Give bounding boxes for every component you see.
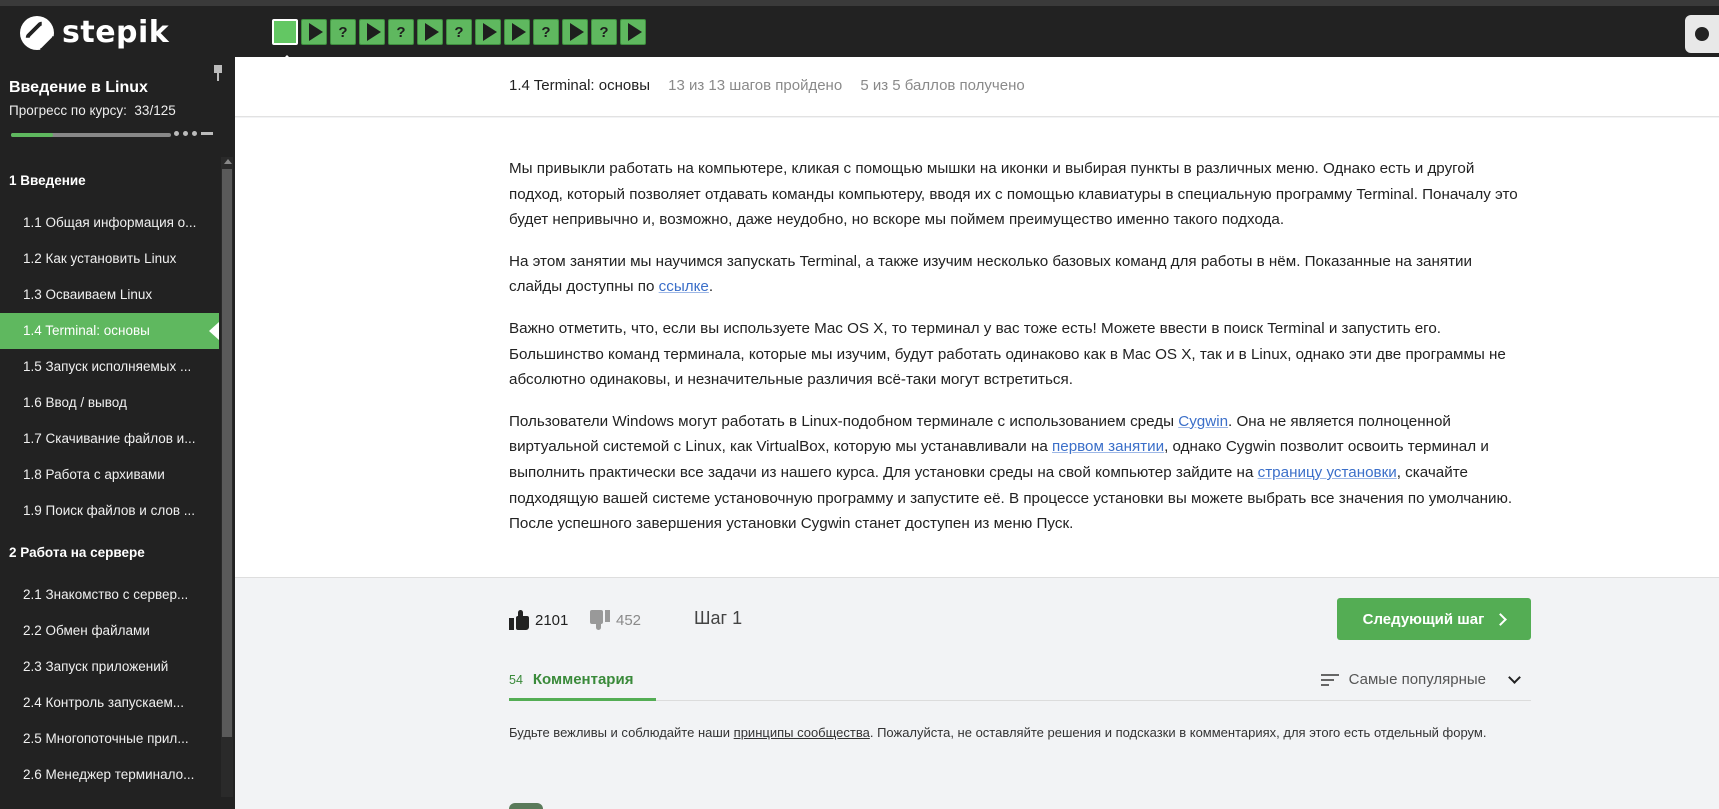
pin-icon[interactable] xyxy=(212,65,224,81)
community-guidelines-link[interactable]: принципы сообщества xyxy=(734,725,870,740)
play-icon xyxy=(482,23,497,41)
sort-icon xyxy=(1320,673,1339,686)
sidebar-item-lesson[interactable]: 2.1 Знакомство с сервер... xyxy=(0,577,219,613)
scroll-up-arrow-icon[interactable] xyxy=(224,159,232,164)
brand-name: stepik xyxy=(62,15,170,50)
progress-fill xyxy=(11,133,54,137)
tab-comments[interactable]: 54 Комментария xyxy=(509,659,656,701)
step-5-quiz[interactable]: ? xyxy=(388,19,414,45)
step-8-video[interactable] xyxy=(475,19,501,45)
step-text: Мы привыкли работать на компьютере, клик… xyxy=(509,156,1519,553)
step-footer: 2101 452 Шаг 1 Следующий шаг xyxy=(509,598,1531,646)
progress-bar xyxy=(11,133,171,137)
lesson-list: 1 Введение 1.1 Общая информация о... 1.2 К… xyxy=(0,157,219,793)
cygwin-link[interactable]: Cygwin xyxy=(1178,413,1228,430)
likes-count: 2101 xyxy=(535,611,569,629)
step-12-quiz[interactable]: ? xyxy=(591,19,617,45)
sidebar-item-lesson[interactable]: 2.2 Обмен файлами xyxy=(0,613,219,649)
sidebar-item-lesson[interactable]: 1.6 Ввод / вывод xyxy=(0,385,219,421)
dislike-button[interactable]: 452 xyxy=(590,610,641,630)
step-11-video[interactable] xyxy=(562,19,588,45)
step-13-video[interactable] xyxy=(620,19,646,45)
comments-tabs: 54 Комментария Самые популярные xyxy=(509,659,1531,701)
lesson-header: 1.4 Terminal: основы 13 из 13 шагов прой… xyxy=(235,57,1719,117)
next-step-button[interactable]: Следующий шаг xyxy=(1337,598,1531,640)
step-navigator: ????? xyxy=(272,19,646,45)
step-1-text[interactable] xyxy=(272,19,298,45)
bell-icon xyxy=(1695,27,1709,41)
chevron-right-icon xyxy=(1494,612,1508,626)
sidebar-item-lesson[interactable]: 1.2 Как установить Linux xyxy=(0,241,219,277)
sidebar-item-lesson[interactable]: 2.5 Многопоточные прил... xyxy=(0,721,219,757)
steps-done: 13 из 13 шагов пройдено xyxy=(668,77,843,94)
play-icon xyxy=(627,23,642,41)
play-icon xyxy=(569,23,584,41)
thumbs-down-icon xyxy=(590,610,610,630)
play-icon xyxy=(366,23,381,41)
community-rules-notice: Будьте вежливы и соблюдайте наши принцип… xyxy=(509,725,1487,740)
sidebar-item-lesson[interactable]: 1.4 Terminal: основы xyxy=(0,313,219,349)
dislikes-count: 452 xyxy=(616,611,642,629)
lesson-name: 1.4 Terminal: основы xyxy=(509,77,650,94)
scrollbar-thumb[interactable] xyxy=(222,169,232,737)
play-icon xyxy=(424,23,439,41)
sort-dropdown[interactable]: Самые популярные xyxy=(1320,671,1521,688)
step-4-video[interactable] xyxy=(359,19,385,45)
play-icon xyxy=(511,23,526,41)
sidebar-scrollbar[interactable] xyxy=(221,157,233,797)
sidebar-item-lesson[interactable]: 1.3 Осваиваем Linux xyxy=(0,277,219,313)
first-lesson-link[interactable]: первом занятии xyxy=(1052,438,1164,455)
step-7-quiz[interactable]: ? xyxy=(446,19,472,45)
step-number: Шаг 1 xyxy=(694,608,743,628)
course-sidebar: Введение в Linux Прогресс по курсу: 33/1… xyxy=(0,57,235,809)
like-button[interactable]: 2101 xyxy=(509,610,568,630)
play-icon xyxy=(308,23,323,41)
points-earned: 5 из 5 баллов получено xyxy=(860,77,1025,94)
stepik-logo-icon xyxy=(20,15,54,50)
progress-value: 33/125 xyxy=(134,103,176,118)
progress-markers xyxy=(174,131,213,136)
comments-count: 54 xyxy=(509,673,523,687)
comment-avatar xyxy=(509,803,543,809)
paragraph-3: Важно отметить, что, если вы используете… xyxy=(509,319,1506,389)
stepik-logo[interactable]: stepik xyxy=(20,15,169,50)
sidebar-item-lesson[interactable]: 2.3 Запуск приложений xyxy=(0,649,219,685)
progress-label: Прогресс по курсу: xyxy=(9,103,127,118)
step-3-quiz[interactable]: ? xyxy=(330,19,356,45)
sort-label: Самые популярные xyxy=(1348,671,1486,688)
install-page-link[interactable]: страницу установки xyxy=(1258,464,1397,481)
step-10-quiz[interactable]: ? xyxy=(533,19,559,45)
comments-tab-label: Комментария xyxy=(532,671,634,688)
paragraph-2: На этом занятии мы научимся запускать Te… xyxy=(509,252,1473,296)
paragraph-4: Пользователи Windows могут работать в Li… xyxy=(509,412,1513,533)
sidebar-item-lesson[interactable]: 1.9 Поиск файлов и слов ... xyxy=(0,493,219,529)
step-9-video[interactable] xyxy=(504,19,530,45)
paragraph-1: Мы привыкли работать на компьютере, клик… xyxy=(509,160,1518,229)
step-content: Мы привыкли работать на компьютере, клик… xyxy=(235,118,1719,578)
sidebar-item-lesson[interactable]: 1.7 Скачивание файлов и... xyxy=(0,421,219,457)
next-step-label: Следующий шаг xyxy=(1362,610,1485,628)
thumbs-up-icon xyxy=(509,610,529,630)
notifications-button[interactable] xyxy=(1685,15,1719,53)
sidebar-item-lesson[interactable]: 2.6 Менеджер терминало... xyxy=(0,757,219,793)
sidebar-item-lesson[interactable]: 1.1 Общая информация о... xyxy=(0,205,219,241)
step-2-video[interactable] xyxy=(301,19,327,45)
chevron-down-icon xyxy=(1508,671,1521,684)
section-title[interactable]: 1 Введение xyxy=(0,157,219,205)
step-6-video[interactable] xyxy=(417,19,443,45)
course-progress: Прогресс по курсу: 33/125 xyxy=(9,103,176,118)
section-title[interactable]: 2 Работа на сервере xyxy=(0,529,219,577)
course-title[interactable]: Введение в Linux xyxy=(9,79,148,97)
sidebar-item-lesson[interactable]: 1.5 Запуск исполняемых ... xyxy=(0,349,219,385)
sidebar-item-lesson[interactable]: 2.4 Контроль запускаем... xyxy=(0,685,219,721)
top-bar: stepik ????? xyxy=(0,0,1719,64)
slides-link[interactable]: ссылке xyxy=(659,278,709,295)
sidebar-item-lesson[interactable]: 1.8 Работа с архивами xyxy=(0,457,219,493)
